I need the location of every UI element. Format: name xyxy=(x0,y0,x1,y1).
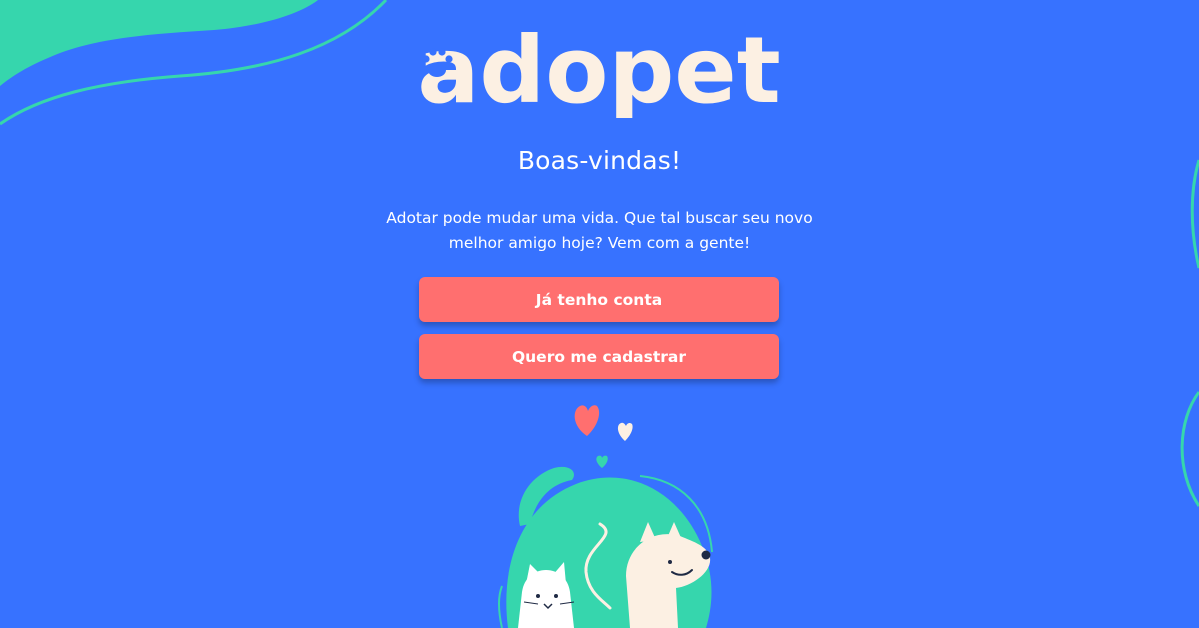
register-button[interactable]: Quero me cadastrar xyxy=(419,334,779,379)
cream-heart-icon xyxy=(617,422,633,441)
right-edge-line-bottom xyxy=(1180,391,1199,507)
pets-illustration xyxy=(498,405,713,628)
welcome-message: Adotar pode mudar uma vida. Que tal busc… xyxy=(386,209,813,252)
svg-text:adopet: adopet xyxy=(417,22,780,118)
right-edge-line-top xyxy=(1190,159,1199,269)
coral-heart-icon xyxy=(574,405,600,436)
login-button[interactable]: Já tenho conta xyxy=(419,277,779,322)
top-left-wave-line xyxy=(0,0,388,126)
welcome-screen: adopet Boas-vindas! Adotar pode mudar um… xyxy=(0,0,1199,628)
welcome-title: Boas-vindas! xyxy=(517,146,682,175)
green-heart-icon xyxy=(596,455,608,468)
top-left-blob xyxy=(0,0,318,86)
adopet-logo: adopet xyxy=(417,22,780,118)
